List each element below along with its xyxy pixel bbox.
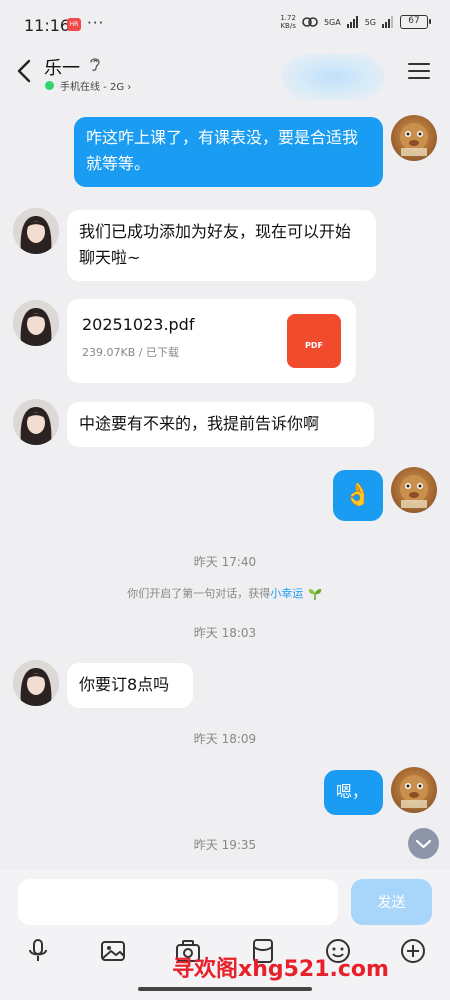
message-text: 嗯， [336,782,369,801]
system-notice-text: 你们开启了第一句对话，获得 [127,587,271,600]
woman-portrait-avatar-icon [13,399,59,445]
woman-portrait-avatar-icon [13,300,59,346]
sprout-icon [308,589,321,600]
watermark: 寻欢阁xhg521.com [172,957,389,982]
system-notice-link[interactable]: 小幸运 [270,587,303,600]
contact-avatar[interactable] [13,300,59,346]
cartoon-cat-avatar-icon [400,475,428,508]
contact-avatar[interactable] [13,399,59,445]
ear-icon [90,58,100,72]
woman-portrait-avatar-icon [13,660,59,706]
signal-icon-2 [382,16,393,28]
contact-name[interactable]: 乐一 [44,54,80,80]
contact-avatar[interactable] [13,208,59,254]
my-avatar[interactable] [391,115,437,161]
pdf-file-icon: PDF [287,314,341,368]
status-indicators: 1.72 KB/s 5GA 5G 67 [280,14,431,30]
message-bubble-received[interactable]: 中途要有不来的，我提前告诉你啊 [67,402,374,447]
network-speed-value: 1.72 [280,14,296,22]
network-type: 5GA [323,17,341,27]
back-arrow-icon[interactable] [14,58,36,84]
online-status-text: 手机在线 - 2G [60,82,125,93]
message-text: 咋这咋上课了，有课表没，要是合适我就等等。 [86,128,359,173]
woman-portrait-avatar-icon [13,208,59,254]
contact-avatar[interactable] [13,660,59,706]
status-bar: 11:16 HR ··· 1.72 KB/s 5GA 5G 67 [0,0,450,48]
microphone-icon[interactable] [24,937,52,965]
chat-header: 乐一 手机在线 - 2G › [0,48,450,100]
ok-hand-emoji: 👌 [344,483,372,508]
menu-icon[interactable] [407,60,431,82]
nfc-icon [302,17,318,27]
status-time: 11:16 [24,16,71,35]
cartoon-cat-avatar-icon [400,775,428,808]
scroll-to-bottom-button[interactable] [408,828,439,859]
my-avatar[interactable] [391,767,437,813]
network-speed-unit: KB/s [280,22,296,30]
timestamp: 昨天 18:09 [193,732,257,746]
message-bubble-received[interactable]: 你要订8点吗 [67,663,193,708]
network-speed: 1.72 KB/s [280,14,296,30]
online-status[interactable]: 手机在线 - 2G › [60,78,131,93]
plus-icon[interactable] [399,937,427,965]
my-avatar[interactable] [391,467,437,513]
message-bubble-sent[interactable]: 嗯， [324,770,383,815]
system-notice: 你们开启了第一句对话，获得小幸运 [0,585,450,601]
more-notifications-icon: ··· [87,14,105,32]
online-status-dot [45,81,54,90]
battery-icon: 67 [400,15,431,29]
message-text: 中途要有不来的，我提前告诉你啊 [79,414,320,433]
home-indicator[interactable] [138,987,312,991]
message-bubble-received[interactable]: 我们已成功添加为好友，现在可以开始聊天啦~ [67,210,376,281]
chevron-down-icon [415,839,432,849]
message-text: 你要订8点吗 [79,675,170,694]
timestamp: 昨天 19:35 [193,838,257,852]
blurred-region [282,54,384,100]
chevron-right-icon: › [127,82,132,93]
signal-icon [346,16,358,28]
send-button[interactable]: 发送 [351,879,432,925]
pdf-label: PDF [305,341,323,350]
timestamp: 昨天 18:03 [193,626,257,640]
app-notification-icon: HR [67,18,81,31]
message-bubble-sent[interactable]: 👌 [333,470,383,521]
image-icon[interactable] [99,937,127,965]
network-type-2: 5G [364,17,376,27]
file-message-card[interactable]: 20251023.pdf 239.07KB / 已下载 PDF [67,299,356,383]
message-bubble-sent[interactable]: 咋这咋上课了，有课表没，要是合适我就等等。 [74,117,383,187]
cartoon-cat-avatar-icon [400,123,428,156]
timestamp: 昨天 17:40 [193,555,257,569]
file-name: 20251023.pdf [82,315,195,334]
message-text: 我们已成功添加为好友，现在可以开始聊天啦~ [79,222,352,267]
message-input[interactable] [18,879,338,925]
file-meta: 239.07KB / 已下载 [82,346,179,359]
